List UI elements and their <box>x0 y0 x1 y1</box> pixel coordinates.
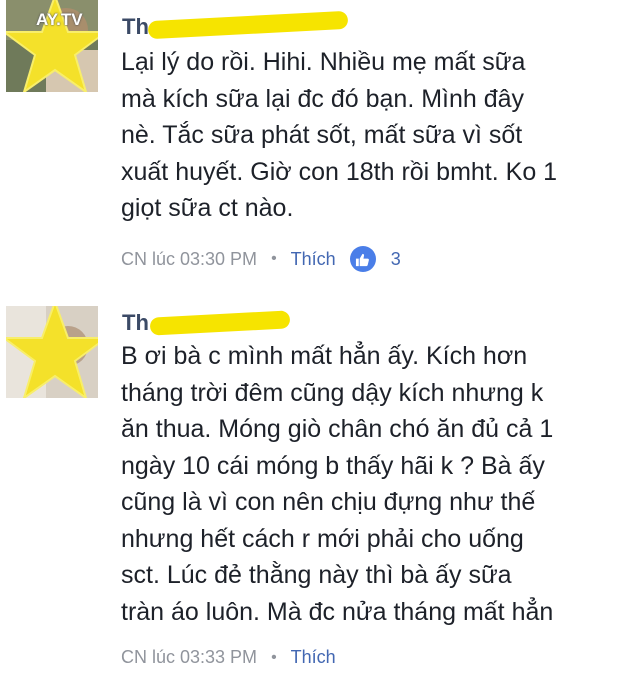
reaction-count[interactable]: 3 <box>391 249 401 270</box>
comment-meta: CN lúc 03:30 PM • Thích 3 <box>121 246 401 272</box>
name-redaction <box>147 10 349 40</box>
author-name[interactable]: Th <box>122 310 149 336</box>
like-button[interactable]: Thích <box>291 249 336 270</box>
comment-1: AY.TV Th Lại lý do rồi. Hihi. Nhiều mẹ m… <box>0 0 640 290</box>
comment-text: Lại lý do rồi. Hihi. Nhiều mẹ mất sữa mà… <box>121 48 558 222</box>
like-button[interactable]: Thích <box>291 647 336 668</box>
star-sticker-icon <box>6 306 98 398</box>
comment-2: Th B ơi bà c mình mất hẳn ấy. Kích hơn t… <box>0 296 640 684</box>
comment-meta: CN lúc 03:33 PM • Thích <box>121 647 336 668</box>
watermark: AY.TV <box>36 10 83 29</box>
avatar[interactable]: AY.TV <box>6 0 98 92</box>
timestamp[interactable]: CN lúc 03:30 PM <box>121 249 257 270</box>
comment-text: B ơi bà c mình mất hẳn ấy. Kích hơn thán… <box>121 342 554 626</box>
timestamp[interactable]: CN lúc 03:33 PM <box>121 647 257 668</box>
separator: • <box>271 648 277 666</box>
avatar[interactable] <box>6 306 98 398</box>
separator: • <box>271 250 277 267</box>
author-name[interactable]: Th <box>122 14 149 40</box>
thumbs-up-icon[interactable] <box>349 246 376 272</box>
name-redaction <box>149 310 291 336</box>
